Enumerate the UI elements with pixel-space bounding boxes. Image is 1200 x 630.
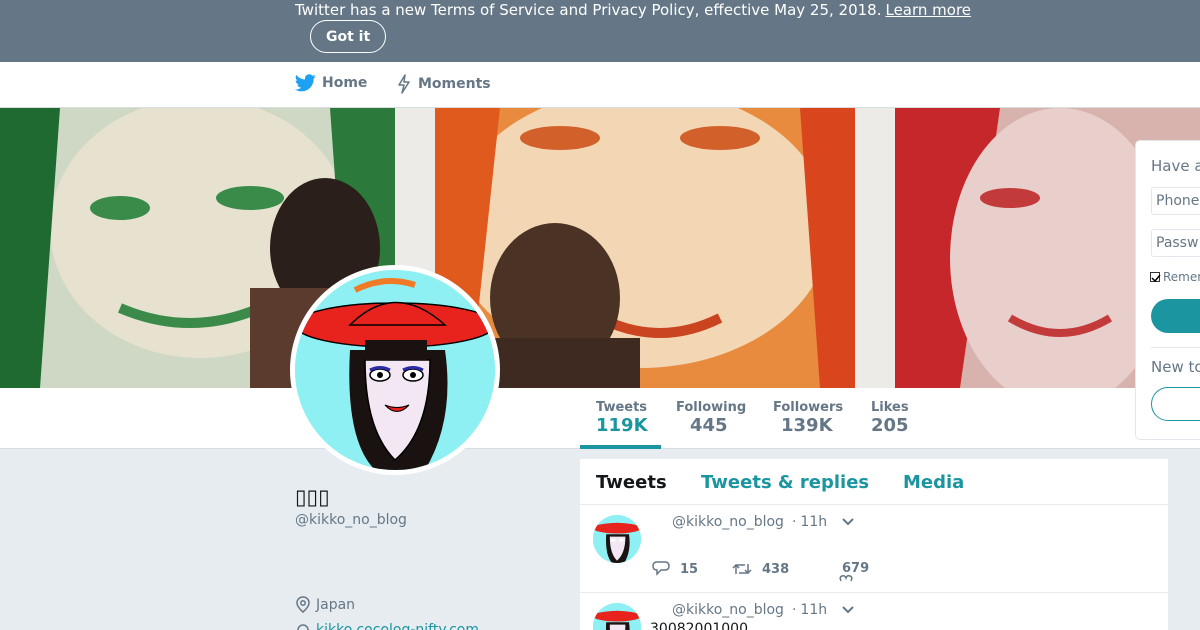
top-navigation: Home Moments bbox=[0, 62, 1200, 108]
profile-avatar[interactable] bbox=[290, 265, 500, 475]
remember-me[interactable]: Remem bbox=[1150, 270, 1200, 284]
tweet-avatar-illustration bbox=[593, 603, 641, 630]
remember-checkbox[interactable] bbox=[1150, 272, 1161, 283]
login-button[interactable] bbox=[1151, 299, 1200, 333]
banner-message: Twitter has a new Terms of Service and P… bbox=[295, 1, 971, 19]
stat-likes-value: 205 bbox=[871, 415, 909, 436]
stat-likes[interactable]: Likes 205 bbox=[871, 400, 909, 436]
tweet-time[interactable]: 11h bbox=[800, 514, 827, 530]
timeline-tabs: Tweets Tweets & replies Media bbox=[580, 459, 1168, 505]
nav-moments-label: Moments bbox=[418, 76, 491, 92]
chevron-down-icon[interactable] bbox=[841, 605, 855, 615]
reply-icon bbox=[652, 561, 670, 576]
tweet-item[interactable]: @kikko_no_blog · 11h 15 438 679 bbox=[580, 505, 1168, 593]
nav-home[interactable]: Home bbox=[295, 74, 367, 92]
tweet-handle[interactable]: @kikko_no_blog bbox=[672, 514, 784, 530]
terms-banner: Twitter has a new Terms of Service and P… bbox=[0, 0, 1200, 62]
tweet-item[interactable]: @kikko_no_blog · 11h 30082001000 bbox=[580, 593, 1168, 630]
stat-followers-value: 139K bbox=[781, 415, 833, 436]
lightning-icon bbox=[398, 74, 410, 94]
location-pin-icon bbox=[296, 596, 310, 613]
reply-action[interactable]: 15 bbox=[652, 561, 698, 577]
header-photo bbox=[0, 108, 1200, 388]
password-input[interactable]: Passw bbox=[1151, 229, 1200, 257]
got-it-button[interactable]: Got it bbox=[310, 20, 387, 53]
tweet-header: @kikko_no_blog · 11h bbox=[672, 602, 855, 618]
stat-following-value: 445 bbox=[690, 415, 728, 436]
tweet-separator: · bbox=[791, 514, 797, 530]
stat-following[interactable]: Following 445 bbox=[676, 400, 746, 436]
stat-following-label: Following bbox=[676, 400, 747, 415]
tweet-avatar[interactable] bbox=[593, 603, 641, 630]
tweet-time[interactable]: 11h bbox=[800, 602, 827, 618]
signup-button[interactable] bbox=[1151, 387, 1200, 421]
twitter-bird-icon bbox=[295, 74, 316, 92]
profile-website[interactable]: kikko.cocolog-nifty.com bbox=[295, 622, 479, 630]
profile-location-text: Japan bbox=[316, 596, 356, 613]
checkmark-icon bbox=[1151, 274, 1161, 283]
tweet-text: 30082001000 bbox=[650, 621, 748, 630]
tab-tweets[interactable]: Tweets bbox=[596, 472, 667, 493]
nav-home-label: Home bbox=[322, 75, 368, 91]
heart-icon[interactable] bbox=[838, 575, 854, 585]
profile-location: Japan bbox=[295, 596, 355, 613]
tab-tweets-replies[interactable]: Tweets & replies bbox=[701, 472, 869, 493]
stat-followers-label: Followers bbox=[773, 400, 844, 415]
tweet-separator: · bbox=[791, 602, 797, 618]
learn-more-link[interactable]: Learn more bbox=[885, 1, 971, 19]
tweet-handle[interactable]: @kikko_no_blog bbox=[672, 602, 784, 618]
stat-tweets-value: 119K bbox=[596, 415, 648, 436]
phone-input[interactable]: Phone bbox=[1151, 187, 1200, 215]
tab-media[interactable]: Media bbox=[903, 472, 964, 493]
login-card: Have a Phone Passw Remem New to bbox=[1135, 140, 1200, 440]
tweet-avatar-illustration bbox=[593, 515, 641, 563]
profile-header-image bbox=[0, 108, 1200, 388]
like-action[interactable]: 679 bbox=[842, 561, 869, 576]
nav-moments[interactable]: Moments bbox=[396, 74, 491, 94]
stat-likes-label: Likes bbox=[871, 400, 909, 415]
like-count: 679 bbox=[842, 561, 870, 576]
stat-tweets-label: Tweets bbox=[596, 400, 648, 415]
banner-text: Twitter has a new Terms of Service and P… bbox=[295, 1, 882, 19]
login-title: Have a bbox=[1151, 157, 1200, 175]
new-to-twitter-text: New to bbox=[1151, 358, 1200, 376]
remember-label: Remem bbox=[1163, 270, 1200, 284]
profile-nav: Tweets 119K Following 445 Followers 139K… bbox=[0, 388, 1200, 449]
retweet-action[interactable]: 438 bbox=[732, 561, 789, 577]
retweet-count: 438 bbox=[762, 561, 790, 577]
active-tab-underline bbox=[580, 445, 661, 449]
reply-count: 15 bbox=[680, 561, 699, 577]
tweet-header: @kikko_no_blog · 11h bbox=[672, 514, 855, 530]
profile-handle[interactable]: @kikko_no_blog bbox=[295, 512, 407, 528]
chevron-down-icon[interactable] bbox=[841, 517, 855, 527]
link-icon bbox=[297, 624, 309, 630]
stat-followers[interactable]: Followers 139K bbox=[773, 400, 843, 436]
tweet-avatar[interactable] bbox=[593, 515, 641, 563]
profile-display-name: ▯▯▯ bbox=[295, 485, 330, 509]
stat-tweets[interactable]: Tweets 119K bbox=[596, 400, 648, 436]
retweet-icon bbox=[732, 563, 752, 575]
login-divider bbox=[1151, 347, 1200, 348]
avatar-illustration bbox=[295, 270, 495, 470]
profile-website-text[interactable]: kikko.cocolog-nifty.com bbox=[316, 622, 479, 630]
timeline: Tweets Tweets & replies Media @kikko_no_… bbox=[580, 459, 1168, 630]
